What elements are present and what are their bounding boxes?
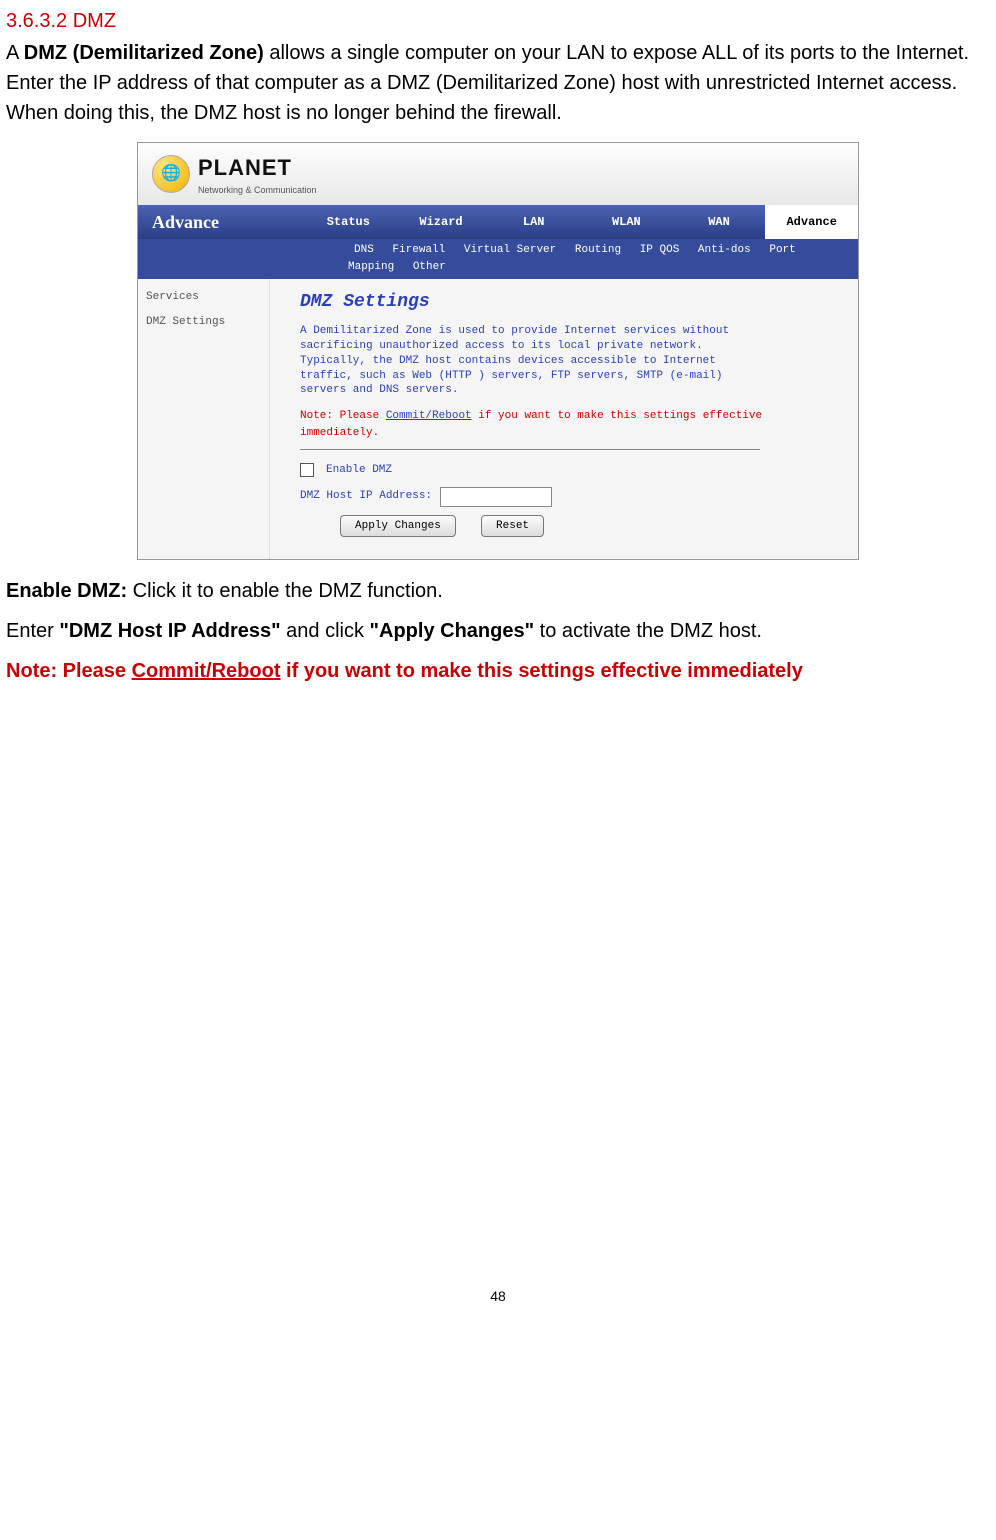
note-a: Note: Please: [6, 660, 132, 682]
enable-dmz-label: Enable DMZ: [326, 462, 392, 479]
subnav-other[interactable]: Other: [413, 261, 446, 273]
main-panel: DMZ Settings A Demilitarized Zone is use…: [270, 279, 858, 559]
nav-lan[interactable]: LAN: [487, 213, 580, 231]
nav-advance[interactable]: Advance: [765, 205, 858, 239]
host-ip-row: DMZ Host IP Address:: [300, 487, 828, 507]
host-ip-input[interactable]: [440, 487, 552, 507]
intro-prefix: A: [6, 42, 24, 64]
apply-a: Enter: [6, 620, 59, 642]
embedded-screenshot: 🌐 PLANET Networking & Communication Adva…: [137, 142, 859, 560]
reset-button[interactable]: Reset: [481, 515, 544, 538]
intro-paragraph: A DMZ (Demilitarized Zone) allows a sing…: [6, 38, 990, 128]
section-title: DMZ: [73, 10, 116, 32]
apply-b: "DMZ Host IP Address": [59, 620, 280, 642]
section-number: 3.6.3.2: [6, 10, 67, 32]
subnav-dns[interactable]: DNS: [354, 244, 374, 256]
panel-note-prefix: Note: Please: [300, 410, 386, 422]
panel-note: Note: Please Commit/Reboot if you want t…: [300, 408, 828, 441]
subnav-ipqos[interactable]: IP QOS: [640, 244, 680, 256]
main-nav: Advance Status Wizard LAN WLAN WAN Advan…: [138, 205, 858, 239]
page-number: 48: [6, 1286, 990, 1307]
panel-description: A Demilitarized Zone is used to provide …: [300, 324, 740, 398]
panel-title: DMZ Settings: [300, 289, 828, 316]
nav-section-title: Advance: [138, 209, 302, 236]
sidebar: Services DMZ Settings: [138, 279, 270, 559]
planet-logo-icon: 🌐: [152, 155, 190, 193]
nav-status[interactable]: Status: [302, 213, 395, 231]
commit-reboot-note: Note: Please Commit/Reboot if you want t…: [6, 656, 990, 686]
nav-wizard[interactable]: Wizard: [395, 213, 488, 231]
enable-dmz-checkbox[interactable]: [300, 463, 314, 477]
brand-sub: Networking & Communication: [198, 184, 317, 198]
enable-dmz-bold: Enable DMZ:: [6, 580, 127, 602]
nav-wlan[interactable]: WLAN: [580, 213, 673, 231]
apply-e: to activate the DMZ host.: [534, 620, 762, 642]
logo-text: PLANET Networking & Communication: [198, 151, 317, 198]
brand-name: PLANET: [198, 151, 317, 184]
button-row: Apply Changes Reset: [300, 515, 828, 538]
apply-instruction: Enter "DMZ Host IP Address" and click "A…: [6, 616, 990, 646]
sub-nav: DNS Firewall Virtual Server Routing IP Q…: [138, 239, 858, 279]
note-c: if you want to make this settings effect…: [281, 660, 803, 682]
sidebar-services[interactable]: Services: [146, 289, 261, 306]
subnav-routing[interactable]: Routing: [575, 244, 621, 256]
subnav-virtual-server[interactable]: Virtual Server: [464, 244, 556, 256]
note-b: Commit/Reboot: [132, 660, 281, 682]
panel-body: Services DMZ Settings DMZ Settings A Dem…: [138, 279, 858, 559]
panel-note-link[interactable]: Commit/Reboot: [386, 410, 472, 422]
apply-d: "Apply Changes": [370, 620, 535, 642]
apply-c: and click: [281, 620, 370, 642]
enable-dmz-rest: Click it to enable the DMZ function.: [127, 580, 443, 602]
nav-wan[interactable]: WAN: [673, 213, 766, 231]
section-heading: 3.6.3.2 DMZ: [6, 6, 990, 36]
apply-changes-button[interactable]: Apply Changes: [340, 515, 456, 538]
subnav-antidos[interactable]: Anti-dos: [698, 244, 751, 256]
enable-dmz-instruction: Enable DMZ: Click it to enable the DMZ f…: [6, 576, 990, 606]
host-ip-label: DMZ Host IP Address:: [300, 488, 432, 505]
intro-bold: DMZ (Demilitarized Zone): [24, 42, 264, 64]
logo-bar: 🌐 PLANET Networking & Communication: [138, 143, 858, 205]
subnav-firewall[interactable]: Firewall: [392, 244, 445, 256]
divider: [300, 449, 760, 450]
enable-dmz-row: Enable DMZ: [300, 462, 828, 479]
sidebar-dmz-settings[interactable]: DMZ Settings: [146, 314, 261, 331]
